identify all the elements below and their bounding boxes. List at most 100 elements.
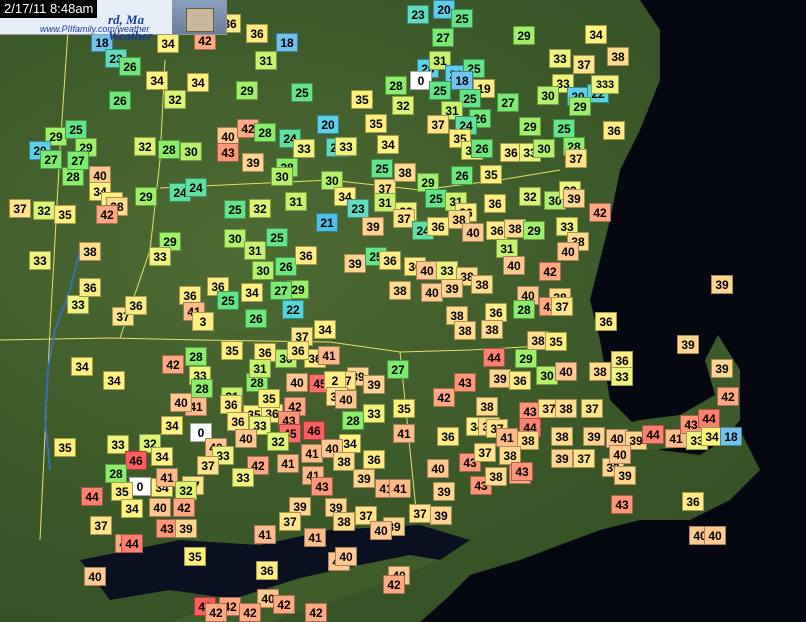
station-marker: 41 [389,479,411,498]
station-marker: 40 [286,373,308,392]
station-marker: 35 [221,341,243,360]
station-marker: 42 [273,595,295,614]
station-marker: 29 [523,221,545,240]
station-marker: 34 [121,499,143,518]
station-marker: 33 [149,247,171,266]
station-marker: 18 [451,71,473,90]
station-marker: 33 [335,137,357,156]
station-marker: 38 [394,163,416,182]
station-marker: 36 [509,371,531,390]
station-marker: 30 [252,261,274,280]
station-marker: 40 [149,498,171,517]
station-marker: 42 [239,603,261,622]
station-marker: 25 [224,200,246,219]
timestamp: 2/17/11 8:48am [0,0,98,18]
station-marker: 36 [603,121,625,140]
station-marker: 43 [311,477,333,496]
station-marker: 33 [549,49,571,68]
station-marker: 28 [254,123,276,142]
station-marker: 29 [135,187,157,206]
station-marker: 26 [109,91,131,110]
station-marker: 40 [416,261,438,280]
station-marker: 42 [383,575,405,594]
station-marker: 25 [425,189,447,208]
station-marker: 34 [585,25,607,44]
station-marker: 39 [344,254,366,273]
station-marker: 37 [551,297,573,316]
station-marker: 36 [484,194,506,213]
station-marker: 44 [642,425,664,444]
station-marker: 30 [224,229,246,248]
station-marker: 39 [711,359,733,378]
station-marker: 32 [33,201,55,220]
station-marker: 32 [249,199,271,218]
station-marker: 31 [255,51,277,70]
station-marker: 37 [573,55,595,74]
station-marker: 28 [105,464,127,483]
station-marker: 36 [79,278,101,297]
station-marker: 37 [90,516,112,535]
station-marker: 34 [161,416,183,435]
station-marker: 38 [454,321,476,340]
station-marker: 34 [146,71,168,90]
station-marker: 42 [539,262,561,281]
station-marker: 46 [125,451,147,470]
station-marker: 22 [282,300,304,319]
station-marker: 25 [291,83,313,102]
station-marker: 37 [565,149,587,168]
station-marker: 32 [267,432,289,451]
station-marker: 40 [235,429,257,448]
station-marker: 38 [481,320,503,339]
station-marker: 25 [429,81,451,100]
weather-map: 42 36 36 18 23 20 25 27 29 34 34 31 18 23 26 34 34 29 25 20… [0,0,806,622]
station-marker: 31 [244,241,266,260]
station-marker: 39 [242,153,264,172]
station-marker: 25 [65,120,87,139]
station-marker: 30 [180,142,202,161]
station-marker: 23 [347,199,369,218]
station-marker: 25 [217,291,239,310]
station-marker: 36 [427,217,449,236]
station-marker: 32 [134,137,156,156]
station-marker: 29 [515,349,537,368]
station-marker: 39 [489,369,511,388]
station-marker: 39 [711,275,733,294]
station-marker: 36 [363,450,385,469]
station-marker: 33 [436,261,458,280]
station-marker: 39 [363,375,385,394]
station-marker: 32 [392,96,414,115]
station-marker: 40 [557,242,579,261]
station-marker: 38 [555,399,577,418]
station-marker: 44 [81,487,103,506]
station-marker: 40 [335,390,357,409]
station-marker: 42 [589,203,611,222]
station-marker: 33 [29,251,51,270]
station-marker: 42 [305,603,327,622]
station-marker: 29 [236,81,258,100]
station-marker: 35 [365,114,387,133]
station-marker: 44 [483,348,505,367]
station-marker: 35 [393,399,415,418]
station-marker: 40 [704,526,726,545]
station-marker: 39 [677,335,699,354]
station-marker: 35 [351,90,373,109]
house-image [172,0,226,34]
station-marker: 39 [433,482,455,501]
station-marker: 36 [595,312,617,331]
station-marker: 42 [205,603,227,622]
station-marker: 18 [720,427,742,446]
station-marker: 39 [353,469,375,488]
station-marker: 35 [54,205,76,224]
station-marker: 25 [451,9,473,28]
station-marker: 31 [285,192,307,211]
station-marker: 34 [71,357,93,376]
station-marker: 41 [301,444,323,463]
station-marker: 20 [317,115,339,134]
station-marker: 38 [79,242,101,261]
station-marker: 39 [614,466,636,485]
station-marker: 35 [545,332,567,351]
station-marker: 26 [119,57,141,76]
station-marker: 34 [377,135,399,154]
station-marker: 38 [471,275,493,294]
station-marker: 32 [519,187,541,206]
